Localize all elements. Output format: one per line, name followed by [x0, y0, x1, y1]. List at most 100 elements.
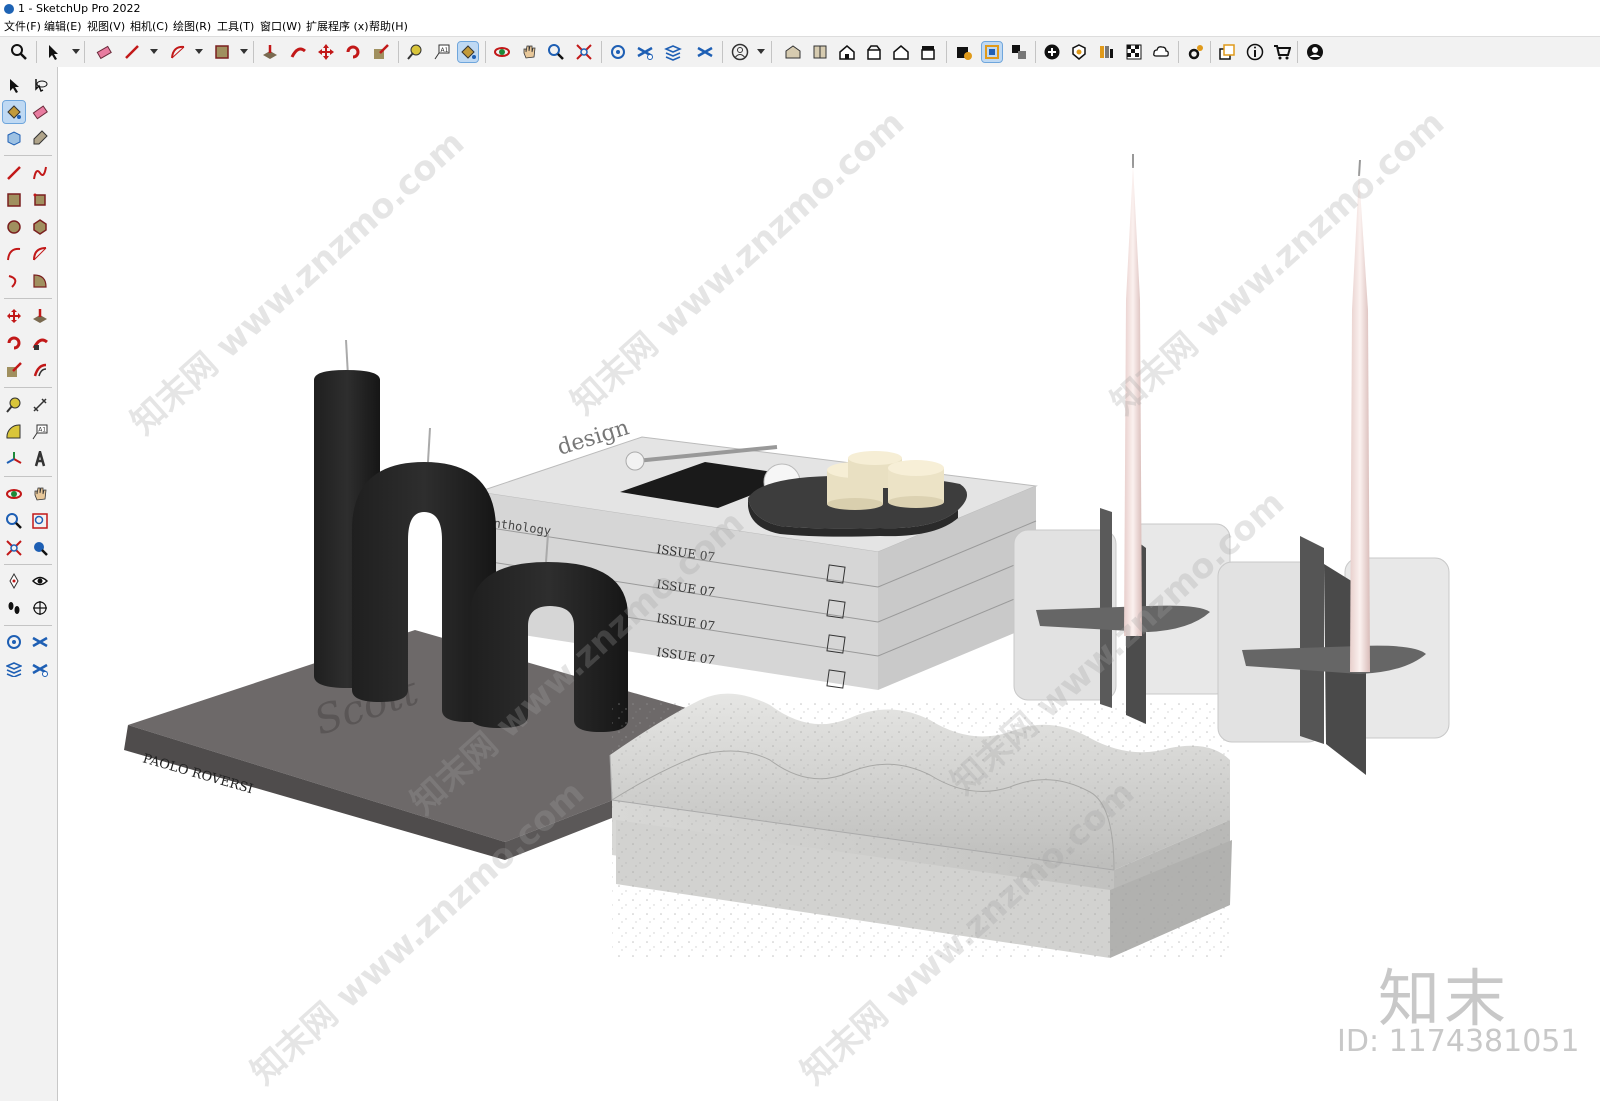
back-view-icon[interactable] [891, 42, 911, 62]
extension-warehouse-icon[interactable] [635, 42, 655, 62]
tape-measure-icon[interactable] [405, 42, 425, 62]
info-icon[interactable] [1245, 42, 1265, 62]
rotated-rectangle-icon[interactable] [29, 189, 51, 211]
zoom-extents-icon[interactable] [574, 42, 594, 62]
cloud-icon[interactable] [1151, 42, 1171, 62]
menu-edit[interactable]: 编辑(E) [44, 18, 82, 36]
rectangle-icon[interactable] [3, 189, 25, 211]
menu-tools[interactable]: 工具(T) [217, 18, 254, 36]
extension-warehouse-icon[interactable] [29, 631, 51, 653]
extension-manager-icon[interactable] [29, 658, 51, 680]
svg-text:A1: A1 [441, 47, 449, 54]
follow-me-icon[interactable] [288, 42, 308, 62]
add-location-icon[interactable] [1042, 42, 1062, 62]
zoom-window-icon[interactable] [29, 510, 51, 532]
move-icon[interactable] [3, 305, 25, 327]
section-plane-icon[interactable] [29, 597, 51, 619]
paint-bucket-icon[interactable] [457, 41, 479, 63]
line-tool-icon[interactable] [3, 162, 25, 184]
push-pull-icon[interactable] [29, 305, 51, 327]
account-dropdown-icon[interactable] [757, 49, 765, 54]
menu-window[interactable]: 窗口(W) [260, 18, 301, 36]
display-section-icon[interactable] [981, 41, 1003, 63]
walk-footprints-icon[interactable] [3, 597, 25, 619]
shadows-icon[interactable] [1069, 42, 1089, 62]
select-arrow-icon[interactable] [43, 42, 63, 62]
dimension-icon[interactable] [29, 394, 51, 416]
rectangle-icon[interactable] [212, 42, 232, 62]
tape-measure-icon[interactable] [3, 394, 25, 416]
pan-hand-icon[interactable] [519, 42, 539, 62]
section-plane-icon[interactable] [954, 42, 974, 62]
3d-text-icon[interactable] [29, 448, 51, 470]
layout-send-icon[interactable] [663, 42, 683, 62]
zoom-icon[interactable] [546, 42, 566, 62]
cart-icon[interactable] [1272, 42, 1292, 62]
pie-icon[interactable] [29, 270, 51, 292]
scale-icon[interactable] [3, 359, 25, 381]
section-cuts-icon[interactable] [1009, 42, 1029, 62]
menu-draw[interactable]: 绘图(R) [173, 18, 211, 36]
iso-view-icon[interactable] [783, 42, 803, 62]
pencil-line-icon[interactable] [122, 42, 142, 62]
lasso-select-icon[interactable] [29, 75, 51, 97]
layout-send-icon[interactable] [3, 658, 25, 680]
offset-icon[interactable] [29, 359, 51, 381]
warehouse-icon[interactable] [3, 631, 25, 653]
zoom-icon[interactable] [3, 510, 25, 532]
menu-help[interactable]: 帮助(H) [369, 18, 408, 36]
polygon-icon[interactable] [29, 216, 51, 238]
text-label-icon[interactable]: A1 [29, 421, 51, 443]
look-around-eye-icon[interactable] [29, 570, 51, 592]
extension-manager-icon[interactable] [695, 42, 715, 62]
line-dropdown-icon[interactable] [150, 49, 158, 54]
select-dropdown-icon[interactable] [72, 49, 80, 54]
profile-icon[interactable] [1305, 42, 1325, 62]
axes-icon[interactable] [3, 448, 25, 470]
model-viewport[interactable]: PAOLO ROVERSI Scott design anthology ISS… [58, 67, 1600, 1101]
push-pull-icon[interactable] [260, 42, 280, 62]
rotate-icon[interactable] [343, 42, 363, 62]
move-icon[interactable] [316, 42, 336, 62]
freehand-icon[interactable] [29, 162, 51, 184]
position-camera-icon[interactable] [3, 570, 25, 592]
protractor-icon[interactable] [3, 421, 25, 443]
menu-file[interactable]: 文件(F) [4, 18, 41, 36]
scale-icon[interactable] [371, 42, 391, 62]
eraser-icon[interactable] [94, 42, 114, 62]
left-view-icon[interactable] [918, 42, 938, 62]
send-to-layout-icon[interactable] [1217, 42, 1237, 62]
rotate-icon[interactable] [3, 332, 25, 354]
shape-dropdown-icon[interactable] [240, 49, 248, 54]
arc-icon[interactable] [168, 42, 188, 62]
zoom-extents-icon[interactable] [3, 537, 25, 559]
front-view-icon[interactable] [837, 42, 857, 62]
eraser-icon[interactable] [29, 101, 51, 123]
text-label-icon[interactable]: A1 [432, 42, 452, 62]
menu-extensions[interactable]: 扩展程序 (x) [306, 18, 369, 36]
arc-dropdown-icon[interactable] [195, 49, 203, 54]
materials-checker-icon[interactable] [1124, 42, 1144, 62]
menu-camera[interactable]: 相机(C) [130, 18, 168, 36]
component-icon[interactable] [3, 127, 25, 149]
follow-me-icon[interactable] [29, 332, 51, 354]
right-view-icon[interactable] [864, 42, 884, 62]
two-point-arc-icon[interactable] [29, 243, 51, 265]
select-arrow-icon[interactable] [3, 75, 25, 97]
account-icon[interactable] [730, 42, 750, 62]
warehouse-icon[interactable] [608, 42, 628, 62]
zoom-search-icon[interactable] [9, 42, 29, 62]
orbit-icon[interactable] [3, 483, 25, 505]
circle-icon[interactable] [3, 216, 25, 238]
pan-hand-icon[interactable] [29, 483, 51, 505]
settings-gear-icon[interactable] [1186, 42, 1206, 62]
styles-icon[interactable] [1096, 42, 1116, 62]
orbit-icon[interactable] [492, 42, 512, 62]
arc-icon[interactable] [3, 243, 25, 265]
three-point-arc-icon[interactable] [3, 270, 25, 292]
menu-view[interactable]: 视图(V) [87, 18, 125, 36]
previous-view-icon[interactable] [29, 537, 51, 559]
top-view-icon[interactable] [810, 42, 830, 62]
tag-icon[interactable] [29, 127, 51, 149]
paint-bucket-icon[interactable] [2, 100, 26, 124]
